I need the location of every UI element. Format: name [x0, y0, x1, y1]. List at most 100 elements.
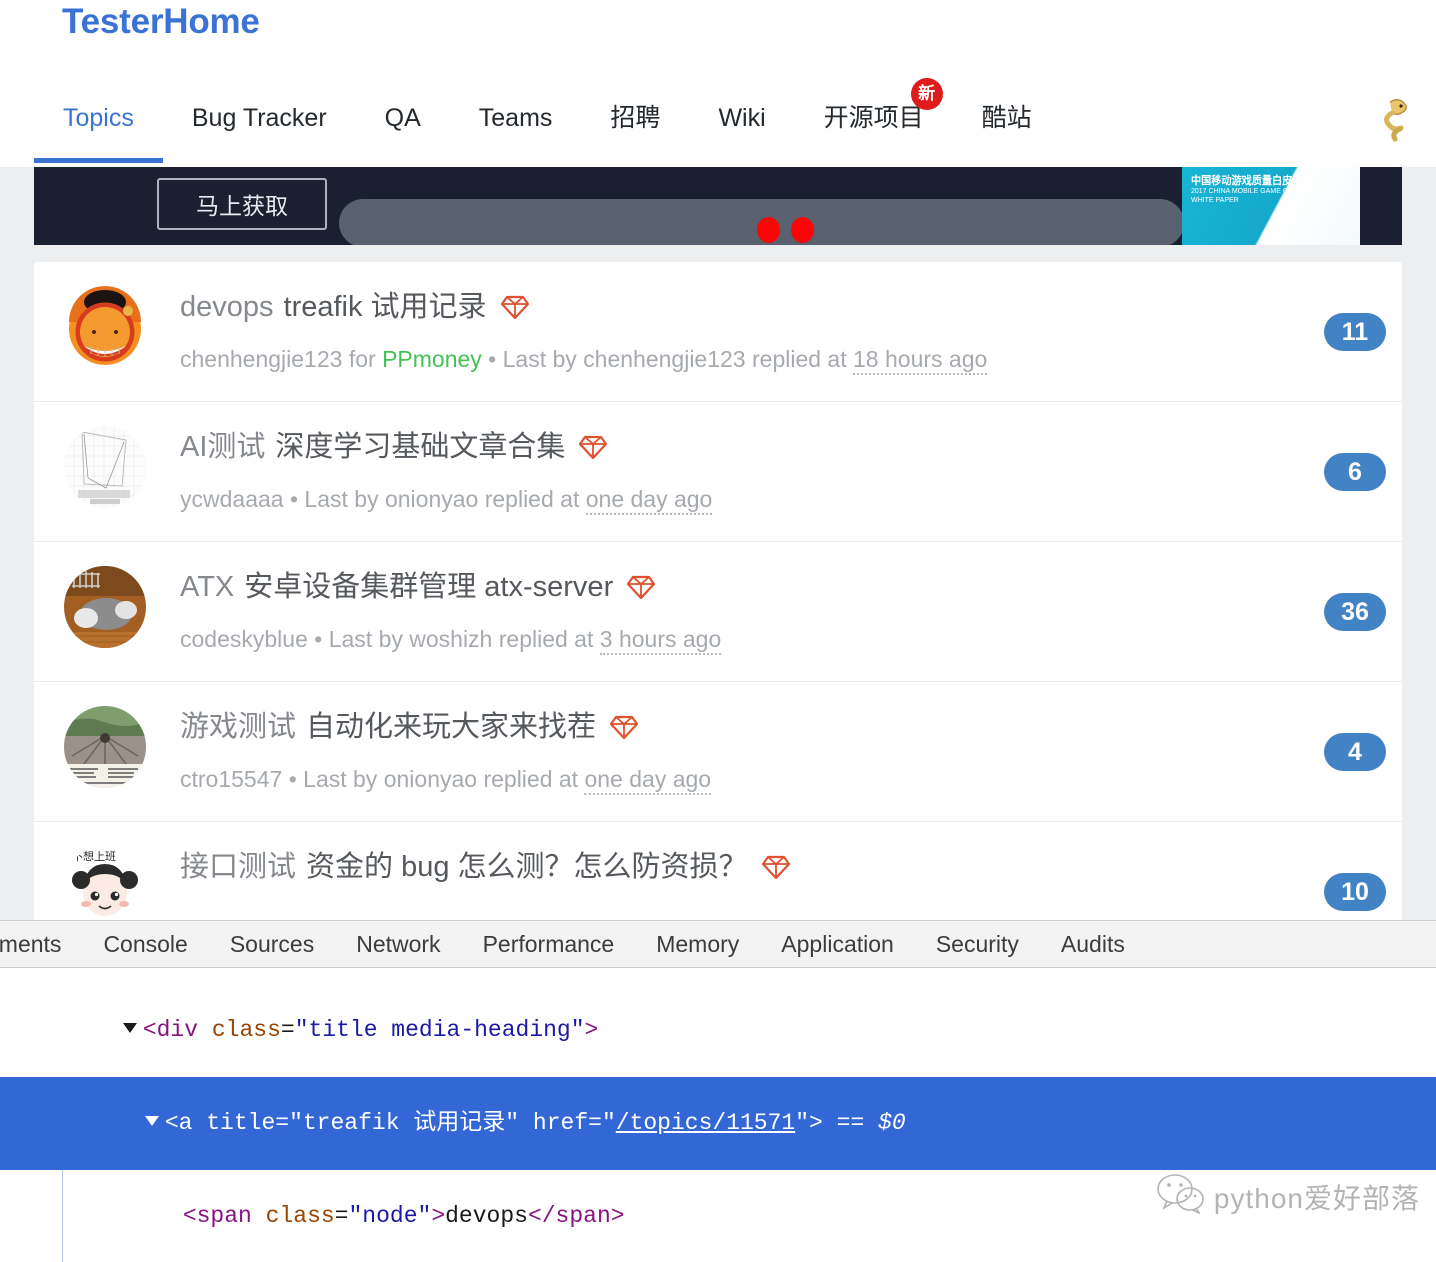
banner-dot-icon: [791, 217, 814, 243]
dom-quote: ": [601, 1110, 616, 1136]
tab-memory[interactable]: Memory: [635, 921, 760, 968]
last-replier[interactable]: onionyao: [385, 486, 478, 512]
topic-author[interactable]: ctro15547: [180, 766, 282, 792]
svg-text:不想上班: 不想上班: [72, 849, 116, 863]
dom-tag-close: >: [809, 1110, 823, 1136]
chevron-down-icon[interactable]: [122, 1023, 137, 1033]
table-row[interactable]: AI测试 深度学习基础文章合集 ycwdaaaa • Last by oniony…: [34, 402, 1402, 542]
nav-item-topics[interactable]: Topics: [34, 94, 163, 163]
nav-item-coolsites[interactable]: 酷站: [953, 94, 1061, 136]
topic-body: 接口测试 资金的 bug 怎么测？怎么防资损？: [146, 844, 1384, 904]
get-now-button[interactable]: 马上获取: [157, 178, 327, 230]
topic-body: ATX 安卓设备集群管理 atx-server codeskyblue • Las…: [146, 564, 1384, 655]
topic-node-label: 接口测试: [180, 851, 297, 883]
reply-count-badge[interactable]: 6: [1324, 452, 1386, 491]
last-replier[interactable]: chenhengjie123: [583, 346, 745, 372]
topic-author[interactable]: ycwdaaaa: [180, 486, 284, 512]
nav-item-label: Bug Tracker: [191, 104, 327, 132]
chart-sketch-avatar: [64, 426, 146, 508]
snake-mascot-icon[interactable]: [1376, 96, 1414, 144]
table-row[interactable]: 游戏测试 自动化来玩大家来找茬 ctro15547 • Last by onion…: [34, 682, 1402, 822]
tab-security[interactable]: Security: [915, 921, 1040, 968]
nav-item-jobs[interactable]: 招聘: [581, 94, 689, 136]
topic-team[interactable]: PPmoney: [382, 346, 482, 372]
dom-line-title-div[interactable]: <div class="title media-heading">: [0, 984, 1436, 1077]
topic-title[interactable]: 接口测试 资金的 bug 怎么测？怎么防资损？: [180, 847, 1384, 891]
tab-sources[interactable]: Sources: [209, 921, 335, 968]
topic-name: 自动化来玩大家来找茬: [306, 711, 597, 743]
dom-quote: ": [795, 1110, 810, 1136]
dom-line-infos[interactable]: <div class="infos media-body">: [0, 968, 1436, 984]
browser-page: TesterHome Topics Bug Tracker QA Teams 招…: [0, 0, 1436, 925]
koro-sensei-avatar: [64, 286, 146, 368]
nav-item-label: Wiki: [718, 104, 766, 132]
diamond-icon: [761, 851, 790, 891]
site-brand[interactable]: TesterHome: [62, 2, 260, 42]
chevron-down-icon[interactable]: [144, 1116, 159, 1126]
topic-title[interactable]: ATX 安卓设备集群管理 atx-server: [180, 567, 1384, 611]
table-row[interactable]: 不想上班 接口测试 资金的 bug 怎么测？怎么防资损？ 10: [34, 822, 1402, 925]
dom-line-span-node[interactable]: <span class="node">devops</span>: [0, 1170, 1436, 1262]
meta-separator: •: [488, 346, 497, 372]
dom-href-link[interactable]: /topics/11571: [616, 1110, 795, 1136]
meta-separator: •: [314, 626, 323, 652]
reply-count-badge[interactable]: 36: [1324, 592, 1386, 631]
nav-item-bug-tracker[interactable]: Bug Tracker: [163, 94, 356, 136]
last-replier[interactable]: woshizh: [409, 626, 492, 652]
devtools-tabbar: ements Console Sources Network Performan…: [0, 921, 1436, 968]
topic-title[interactable]: devops treafik 试用记录: [180, 287, 1384, 331]
selected-node-marker: == $0: [836, 1110, 906, 1136]
reply-count-badge[interactable]: 10: [1324, 873, 1386, 911]
dom-attr: class: [211, 1017, 281, 1043]
replied-time: one day ago: [584, 766, 712, 795]
site-header: TesterHome Topics Bug Tracker QA Teams 招…: [0, 0, 1436, 167]
nav-item-label: 开源项目: [823, 104, 924, 132]
dom-value: "node": [348, 1203, 432, 1229]
reply-count-badge[interactable]: 11: [1324, 312, 1386, 351]
topic-author[interactable]: chenhengjie123: [180, 346, 342, 372]
dom-tag-close: >: [584, 1017, 599, 1043]
table-row[interactable]: devops treafik 试用记录 chenhengjie123 for PP…: [34, 262, 1402, 402]
nav-item-label: 酷站: [981, 104, 1032, 132]
tab-network[interactable]: Network: [335, 921, 461, 968]
main-nav: Topics Bug Tracker QA Teams 招聘 Wiki 开源项目…: [34, 78, 1061, 167]
dom-tree[interactable]: <div class="infos media-body"> <div clas…: [0, 968, 1436, 1262]
diamond-icon: [609, 711, 639, 751]
topic-title[interactable]: 游戏测试 自动化来玩大家来找茬: [180, 707, 1384, 751]
topic-author[interactable]: codeskyblue: [180, 626, 308, 652]
dom-value: "treafik 试用记录": [289, 1110, 520, 1136]
replied-at-label: replied at: [483, 766, 579, 792]
replied-at-label: replied at: [498, 626, 594, 652]
banner-dot-icon: [757, 217, 780, 243]
diamond-icon: [500, 291, 529, 331]
nav-item-qa[interactable]: QA: [356, 94, 450, 136]
topic-title[interactable]: AI测试 深度学习基础文章合集: [180, 427, 1384, 471]
dom-tag: <div: [142, 1017, 199, 1043]
promo-banner[interactable]: 马上获取 中国移动游戏质量白皮书 2017 CHINA MOBILE GAME …: [34, 167, 1402, 245]
poster-photo-avatar: [64, 706, 146, 788]
nav-item-wiki[interactable]: Wiki: [689, 94, 794, 136]
replied-time: 18 hours ago: [853, 346, 988, 375]
dom-tag-close: >: [431, 1203, 446, 1229]
last-by-prefix: Last by: [304, 486, 379, 512]
dom-attr: class: [265, 1203, 335, 1229]
new-badge: 新: [910, 78, 943, 110]
tab-console[interactable]: Console: [82, 921, 208, 968]
tab-audits[interactable]: Audits: [1040, 921, 1146, 968]
tab-application[interactable]: Application: [760, 921, 915, 968]
tab-elements[interactable]: ements: [0, 921, 82, 968]
last-replier[interactable]: onionyao: [384, 766, 477, 792]
last-by-prefix: Last by: [328, 626, 403, 652]
nav-item-label: Topics: [63, 104, 134, 132]
nav-item-opensource[interactable]: 开源项目 新: [795, 78, 953, 136]
dom-line-anchor-selected[interactable]: <a title="treafik 试用记录" href="/topics/11…: [0, 1077, 1436, 1170]
nav-item-teams[interactable]: Teams: [450, 94, 582, 136]
dom-attr: title: [206, 1110, 276, 1136]
table-row[interactable]: ATX 安卓设备集群管理 atx-server codeskyblue • Las…: [34, 542, 1402, 682]
tab-performance[interactable]: Performance: [462, 921, 636, 968]
topic-list: devops treafik 试用记录 chenhengjie123 for PP…: [34, 262, 1402, 925]
reply-count-badge[interactable]: 4: [1324, 732, 1386, 771]
topic-node-label: devops: [180, 291, 274, 323]
dom-tag: <a: [164, 1110, 193, 1136]
meta-separator: •: [289, 486, 299, 512]
